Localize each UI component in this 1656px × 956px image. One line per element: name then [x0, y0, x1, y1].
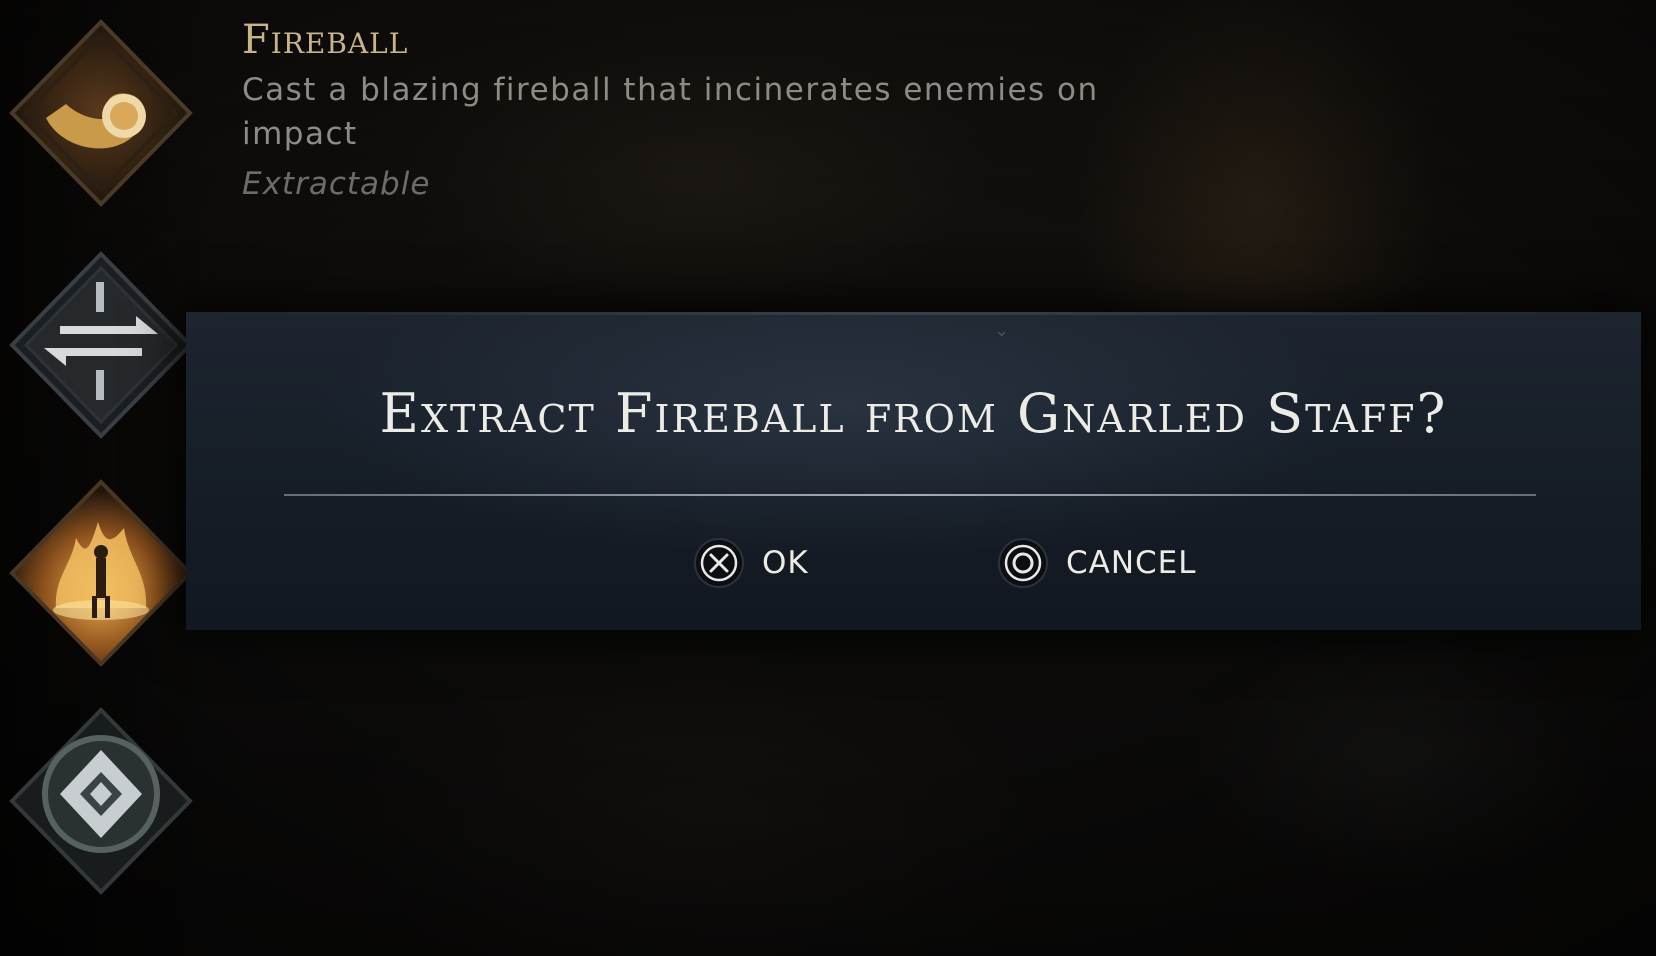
cross-button-icon — [694, 538, 744, 588]
ok-button[interactable]: OK — [694, 538, 809, 588]
ward-skill-slot[interactable] — [6, 706, 196, 896]
game-scene: Fireball Cast a blazing fireball that in… — [0, 0, 1656, 956]
fire-swirl-icon — [9, 19, 193, 207]
diamond-rune-icon — [9, 707, 193, 895]
skill-description: Cast a blazing fireball that incinerates… — [242, 72, 1099, 152]
skill-tag: Extractable — [242, 166, 431, 202]
dialog-divider — [284, 494, 1536, 496]
swap-arrows-icon — [9, 251, 193, 439]
skill-name: Fireball — [242, 17, 409, 63]
swap-skill-slot[interactable] — [6, 250, 196, 440]
dialog-title: Extract Fireball from Gnarled Staff? — [379, 382, 1448, 445]
cancel-label: CANCEL — [1066, 545, 1197, 581]
flame-aura-skill-slot[interactable] — [6, 478, 196, 668]
skill-info-panel: Fireball Cast a blazing fireball that in… — [242, 18, 1142, 202]
extract-confirm-dialog: ⌄ Extract Fireball from Gnarled Staff? O… — [186, 312, 1641, 630]
fireball-skill-slot[interactable] — [6, 18, 196, 208]
cancel-button[interactable]: CANCEL — [998, 538, 1197, 588]
flame-figure-icon — [9, 479, 193, 667]
ok-label: OK — [762, 545, 809, 581]
chevron-down-icon: ⌄ — [994, 320, 1010, 341]
circle-button-icon — [998, 538, 1048, 588]
